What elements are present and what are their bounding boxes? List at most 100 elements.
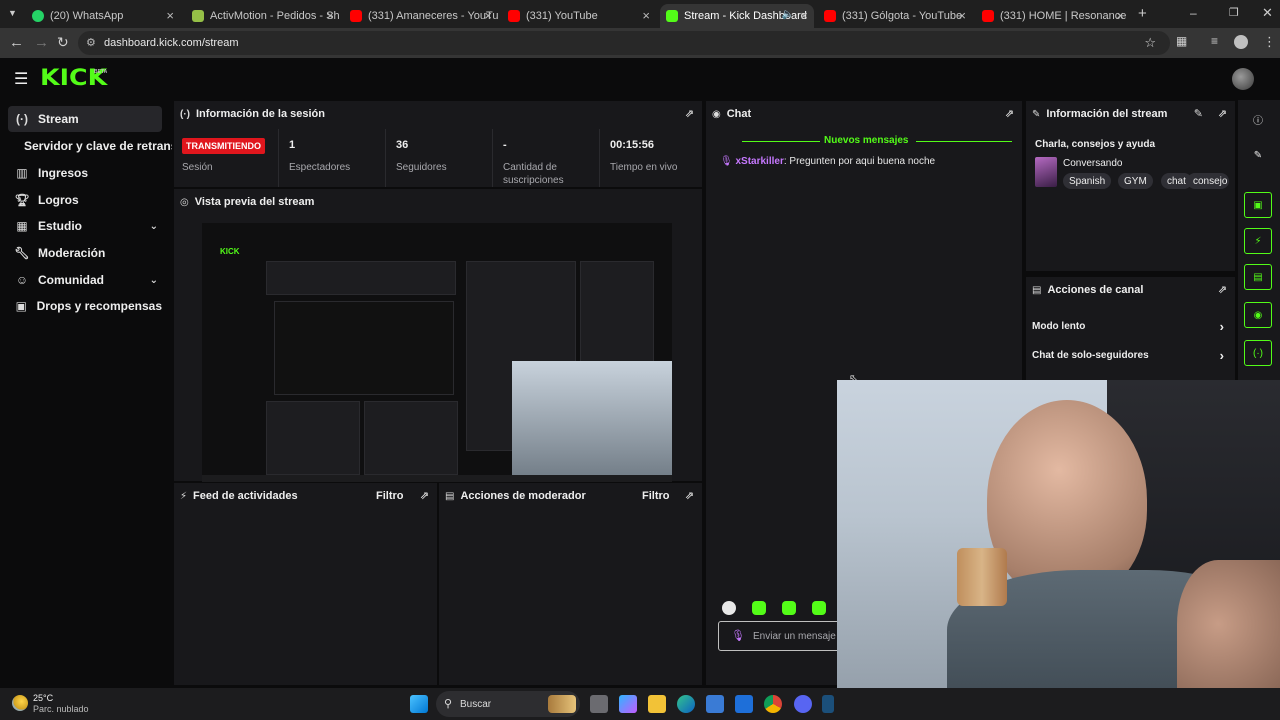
mail-icon[interactable] (735, 695, 753, 713)
store-icon[interactable] (706, 695, 724, 713)
close-tab-icon[interactable]: × (642, 8, 650, 23)
close-tab-icon[interactable]: × (1116, 8, 1124, 23)
bolt-icon[interactable]: ⚡︎ (1244, 228, 1272, 254)
session-label: Sesión (182, 162, 213, 173)
chat-username[interactable]: xStarkiller (735, 156, 783, 167)
sidebar-item-stream[interactable]: (·) Stream (8, 106, 162, 132)
popout-icon[interactable]: ⇗ (1005, 107, 1014, 120)
emote-screen-icon[interactable] (812, 601, 826, 615)
close-tab-icon[interactable]: × (484, 8, 492, 23)
popout-icon[interactable]: ⇗ (1218, 283, 1227, 296)
new-tab-icon[interactable]: + (1138, 5, 1147, 22)
stat-divider (599, 129, 600, 187)
more-menu-icon[interactable]: ⋮ (1263, 34, 1276, 50)
chevron-down-icon[interactable]: ⌄ (150, 275, 158, 286)
tab-youtube-golgota[interactable]: (331) Gólgota - YouTube × (818, 4, 972, 28)
sidebar-item-drops[interactable]: ▣ Drops y recompensas (8, 293, 162, 319)
weather-temperature[interactable]: 25°C (33, 693, 53, 703)
tab-shopify[interactable]: ActivMotion - Pedidos - Shopify × (186, 4, 340, 28)
pencil-icon[interactable]: ✎ (1244, 142, 1272, 168)
popout-icon[interactable]: ⇗ (420, 489, 429, 502)
tag-gym[interactable]: GYM (1118, 173, 1153, 189)
bookmark-star-icon[interactable]: ☆ (1144, 35, 1156, 51)
copilot-icon[interactable] (619, 695, 637, 713)
divider (742, 141, 820, 142)
sidebar-item-ingresos[interactable]: ▥ Ingresos (8, 160, 162, 186)
stream-preview-panel: ◎ Vista previa del stream KICK (173, 188, 703, 487)
sidebar-item-estudio[interactable]: ▦ Estudio ⌄ (8, 213, 162, 239)
close-window-icon[interactable]: ✕ (1262, 5, 1273, 21)
windows-start-icon[interactable] (410, 695, 428, 713)
sidebar-item-moderacion[interactable]: 🔧︎ Moderación (8, 240, 162, 266)
url-bar[interactable]: ⚙ dashboard.kick.com/stream ☆ (78, 31, 1170, 55)
forward-icon[interactable]: → (34, 34, 49, 51)
weather-condition[interactable]: Parc. nublado (33, 704, 89, 714)
profile-avatar[interactable] (1234, 35, 1248, 49)
steam-icon[interactable] (822, 695, 834, 713)
popout-icon[interactable]: ⇗ (685, 489, 694, 502)
tab-kick-dashboard[interactable]: Stream - Kick Dashboard 🔈 × (660, 4, 814, 28)
sidebar-item-logros[interactable]: 🏆︎ Logros (8, 187, 162, 213)
maximize-icon[interactable]: ❐ (1229, 6, 1239, 19)
panel-header: (·) Información de la sesión ⇗ (174, 101, 702, 127)
category-name[interactable]: Conversando (1063, 158, 1122, 169)
reload-icon[interactable]: ↻ (57, 34, 69, 51)
panel-header: ▤ Acciones de moderador Filtro ⇗ (439, 483, 702, 509)
tab-whatsapp[interactable]: (20) WhatsApp × (26, 4, 180, 28)
emote-ghost-icon[interactable] (782, 601, 796, 615)
youtube-icon (350, 10, 362, 22)
close-tab-icon[interactable]: × (958, 8, 966, 23)
reading-list-icon[interactable]: ≡ (1211, 34, 1218, 48)
sidebar-item-server-key[interactable]: Servidor y clave de retransmisión (16, 133, 172, 159)
edge-icon[interactable] (677, 695, 695, 713)
users-icon: ☺ (15, 273, 29, 287)
action-followers-only[interactable]: Chat de solo-seguidores › (1032, 348, 1228, 363)
close-tab-icon[interactable]: × (800, 8, 808, 23)
speaker-icon[interactable]: 🔈 (782, 9, 794, 20)
action-slow-mode[interactable]: Modo lento › (1032, 319, 1228, 334)
chat-bubble-icon: ◉ (712, 108, 721, 120)
file-explorer-icon[interactable] (648, 695, 666, 713)
tab-youtube-resonance[interactable]: (331) HOME | Resonance (4 × (976, 4, 1130, 28)
close-tab-icon[interactable]: × (166, 8, 174, 23)
stream-preview-video[interactable]: KICK (202, 223, 672, 487)
broadcast-icon[interactable]: (·) (1244, 340, 1272, 366)
tab-title: (20) WhatsApp (50, 10, 124, 22)
site-settings-icon[interactable]: ⚙ (86, 36, 96, 49)
emote-robot-icon[interactable] (722, 601, 736, 615)
sidebar-item-comunidad[interactable]: ☺ Comunidad ⌄ (8, 267, 162, 293)
panel-header: ▤ Acciones de canal ⇗ (1026, 277, 1235, 303)
popout-icon[interactable]: ⇗ (1218, 107, 1227, 120)
filter-button[interactable]: Filtro (642, 490, 670, 502)
tab-list-chevron-icon[interactable]: ▼ (8, 8, 17, 18)
tag-consejo[interactable]: consejo (1187, 173, 1229, 189)
task-view-icon[interactable] (590, 695, 608, 713)
back-icon[interactable]: ← (9, 34, 24, 51)
weather-icon[interactable] (12, 695, 28, 711)
tab-youtube[interactable]: (331) YouTube × (502, 4, 656, 28)
followers-label: Seguidores (396, 162, 447, 173)
close-tab-icon[interactable]: × (326, 8, 334, 23)
minimize-icon[interactable]: – (1190, 6, 1197, 20)
chrome-icon[interactable] (764, 695, 782, 713)
extensions-icon[interactable]: ▦ (1176, 34, 1187, 48)
document-icon[interactable]: ▤ (1244, 264, 1272, 290)
chat-bubble-icon[interactable]: ◉ (1244, 302, 1272, 328)
filter-button[interactable]: Filtro (376, 490, 404, 502)
bolt-icon: ⚡︎ (180, 490, 188, 502)
tab-youtube-amaneceres[interactable]: (331) Amaneceres - YouTube × (344, 4, 498, 28)
info-icon[interactable]: ⓘ (1244, 106, 1272, 132)
edit-icon[interactable]: ✎ (1194, 107, 1203, 120)
emote-kick-icon[interactable] (752, 601, 766, 615)
chevron-down-icon[interactable]: ⌄ (150, 221, 158, 232)
camera-icon[interactable]: ▣ (1244, 192, 1272, 218)
panel-title: Información de la sesión (196, 108, 325, 120)
panel-header: ◉ Chat ⇗ (706, 101, 1022, 127)
taskbar-search[interactable]: ⚲ Buscar (436, 691, 580, 717)
sidebar-item-label: Ingresos (38, 166, 89, 180)
tag-spanish[interactable]: Spanish (1063, 173, 1112, 189)
discord-icon[interactable] (794, 695, 812, 713)
hamburger-menu-icon[interactable]: ☰ (14, 69, 28, 89)
popout-icon[interactable]: ⇗ (685, 107, 694, 120)
avatar[interactable] (1232, 68, 1254, 90)
